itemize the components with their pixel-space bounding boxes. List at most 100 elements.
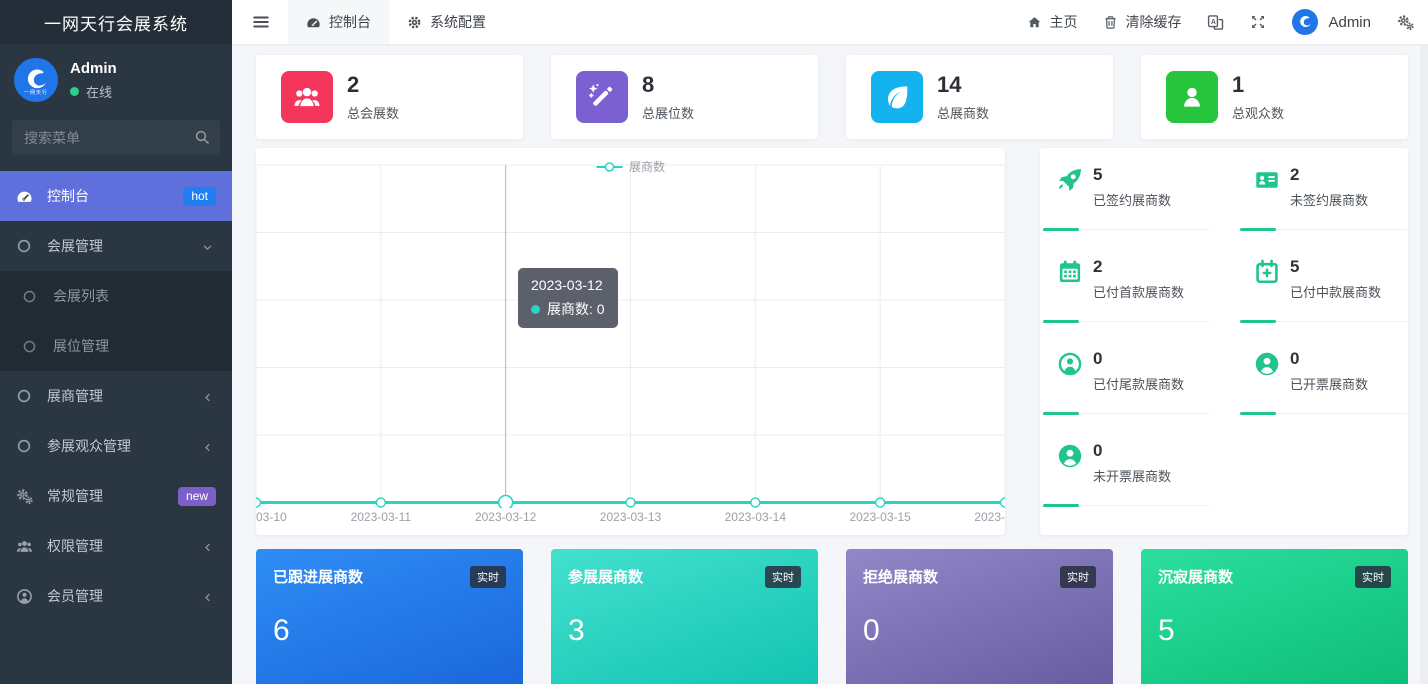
sidebar-item-general-mgmt[interactable]: 常规管理 new — [0, 471, 232, 521]
stat-label: 总观众数 — [1232, 103, 1284, 122]
stat-label: 总展商数 — [937, 103, 989, 122]
x-axis-label: 2023-03-10 — [256, 510, 287, 524]
circle-icon — [16, 388, 36, 404]
panel-label: 已付首款展商数 — [1093, 282, 1210, 301]
stat-value: 2 — [347, 73, 399, 97]
sidebar-item-label: 会员管理 — [47, 586, 103, 606]
x-axis-labels: 2023-03-102023-03-112023-03-122023-03-13… — [256, 510, 1005, 530]
panel-item-unsigned: 2 未签约展商数 — [1240, 165, 1407, 257]
tab-dashboard[interactable]: 控制台 — [288, 0, 389, 44]
panel-label: 已付中款展商数 — [1290, 282, 1407, 301]
sidebar-item-label: 展商管理 — [47, 386, 103, 406]
realtime-title: 沉寂展商数 — [1158, 566, 1233, 587]
tab-label: 系统配置 — [430, 12, 486, 32]
id-card-icon — [1254, 167, 1280, 193]
sidebar-item-exhibitor-mgmt[interactable]: 展商管理 — [0, 371, 232, 421]
chart-canvas[interactable] — [256, 148, 1005, 508]
x-axis-label: 2023-03-15 — [849, 510, 910, 524]
brand-logo-text: 一网天行 — [14, 89, 58, 96]
stat-label: 总会展数 — [347, 103, 399, 122]
trash-icon — [1103, 15, 1118, 30]
navbar-right: 主页 清除缓存 Admin — [1027, 9, 1428, 35]
tab-label: 控制台 — [329, 12, 371, 32]
stat-card-booths: 8 总展位数 — [551, 55, 818, 139]
top-navbar: 控制台 系统配置 主页 清除缓存 Admin — [232, 0, 1428, 44]
realtime-card-participating: 参展展商数 实时 3 — [551, 549, 818, 684]
sidebar-toggle-button[interactable] — [246, 7, 276, 37]
realtime-badge: 实时 — [1355, 566, 1391, 588]
chevron-left-icon — [201, 538, 214, 554]
panel-value: 0 — [1093, 349, 1210, 369]
realtime-badge: 实时 — [1060, 566, 1096, 588]
magic-wand-icon — [576, 71, 628, 123]
sidebar-item-dashboard[interactable]: 控制台 hot — [0, 171, 232, 221]
x-axis-label: 2023-03-13 — [600, 510, 661, 524]
realtime-value: 3 — [568, 614, 801, 648]
main-content: 2 总会展数 8 总展位数 14 总展商数 1 总观众数 — [232, 44, 1428, 684]
user-menu[interactable]: Admin — [1292, 9, 1371, 35]
scrollbar[interactable] — [1420, 44, 1428, 684]
realtime-badge: 实时 — [470, 566, 506, 588]
panel-divider — [1043, 229, 1210, 230]
exhibitor-status-panel: 5 已签约展商数 2 未签约展商数 2 已付首款展商数 5 已付中款展商数 — [1040, 148, 1408, 535]
panel-label: 已开票展商数 — [1290, 374, 1407, 393]
panel-value: 2 — [1093, 257, 1210, 277]
brand-title: 一网天行会展系统 — [0, 0, 232, 44]
x-axis-label: 2023-03-11 — [351, 510, 412, 524]
panel-divider — [1240, 229, 1407, 230]
panel-value: 2 — [1290, 165, 1407, 185]
x-axis-label: 2023-03-14 — [725, 510, 786, 524]
stat-card-exhibitions: 2 总会展数 — [256, 55, 523, 139]
gear-icon — [407, 15, 422, 30]
circle-icon — [22, 289, 42, 304]
user-circle-icon — [1057, 351, 1083, 377]
panel-item-not-invoiced: 0 未开票展商数 — [1043, 441, 1210, 533]
user-icon — [1166, 71, 1218, 123]
tooltip-date: 2023-03-12 — [531, 277, 605, 293]
chart-legend[interactable]: 展商数 — [596, 158, 665, 175]
sidebar-item-exhibition-list[interactable]: 会展列表 — [0, 271, 232, 321]
hamburger-icon — [252, 13, 270, 31]
clear-cache-button[interactable]: 清除缓存 — [1103, 12, 1181, 32]
user-name: Admin — [70, 60, 117, 77]
panel-divider — [1043, 321, 1210, 322]
user-panel: 一网天行 Admin 在线 — [0, 44, 232, 110]
users-group-icon — [281, 71, 333, 123]
panel-label: 已付尾款展商数 — [1093, 374, 1210, 393]
stat-card-exhibitors: 14 总展商数 — [846, 55, 1113, 139]
panel-label: 未签约展商数 — [1290, 190, 1407, 209]
sidebar-item-label: 常规管理 — [47, 486, 103, 506]
sidebar-item-visitor-mgmt[interactable]: 参展观众管理 — [0, 421, 232, 471]
calendar-plus-icon — [1254, 259, 1280, 285]
hot-badge: hot — [183, 187, 216, 206]
clear-cache-label: 清除缓存 — [1125, 12, 1181, 32]
panel-item-mid-payment: 5 已付中款展商数 — [1240, 257, 1407, 349]
chevron-left-icon — [201, 588, 214, 604]
chart-tooltip: 2023-03-12 展商数: 0 — [518, 268, 618, 328]
fullscreen-icon — [1250, 14, 1266, 30]
circle-icon — [16, 438, 36, 454]
fullscreen-button[interactable] — [1250, 14, 1266, 30]
realtime-title: 拒绝展商数 — [863, 566, 938, 587]
search-input[interactable] — [12, 120, 220, 155]
tachometer-icon — [16, 188, 36, 205]
settings-button[interactable] — [1397, 14, 1414, 31]
avatar — [1292, 9, 1318, 35]
legend-marker-icon — [596, 162, 622, 172]
panel-value: 0 — [1093, 441, 1210, 461]
realtime-card-followed: 已跟进展商数 实时 6 — [256, 549, 523, 684]
new-badge: new — [178, 487, 216, 506]
sidebar-item-permission-mgmt[interactable]: 权限管理 — [0, 521, 232, 571]
sidebar-item-member-mgmt[interactable]: 会员管理 — [0, 571, 232, 621]
stat-value: 14 — [937, 73, 989, 97]
stat-value: 1 — [1232, 73, 1284, 97]
users-icon — [16, 538, 36, 555]
tooltip-series-dot — [531, 305, 540, 314]
tab-system-config[interactable]: 系统配置 — [389, 0, 504, 44]
tooltip-value: 展商数: 0 — [547, 299, 605, 319]
realtime-title: 参展展商数 — [568, 566, 643, 587]
sidebar-item-exhibition-mgmt[interactable]: 会展管理 — [0, 221, 232, 271]
sidebar-item-booth-mgmt[interactable]: 展位管理 — [0, 321, 232, 371]
language-button[interactable] — [1207, 14, 1224, 31]
home-button[interactable]: 主页 — [1027, 12, 1077, 32]
